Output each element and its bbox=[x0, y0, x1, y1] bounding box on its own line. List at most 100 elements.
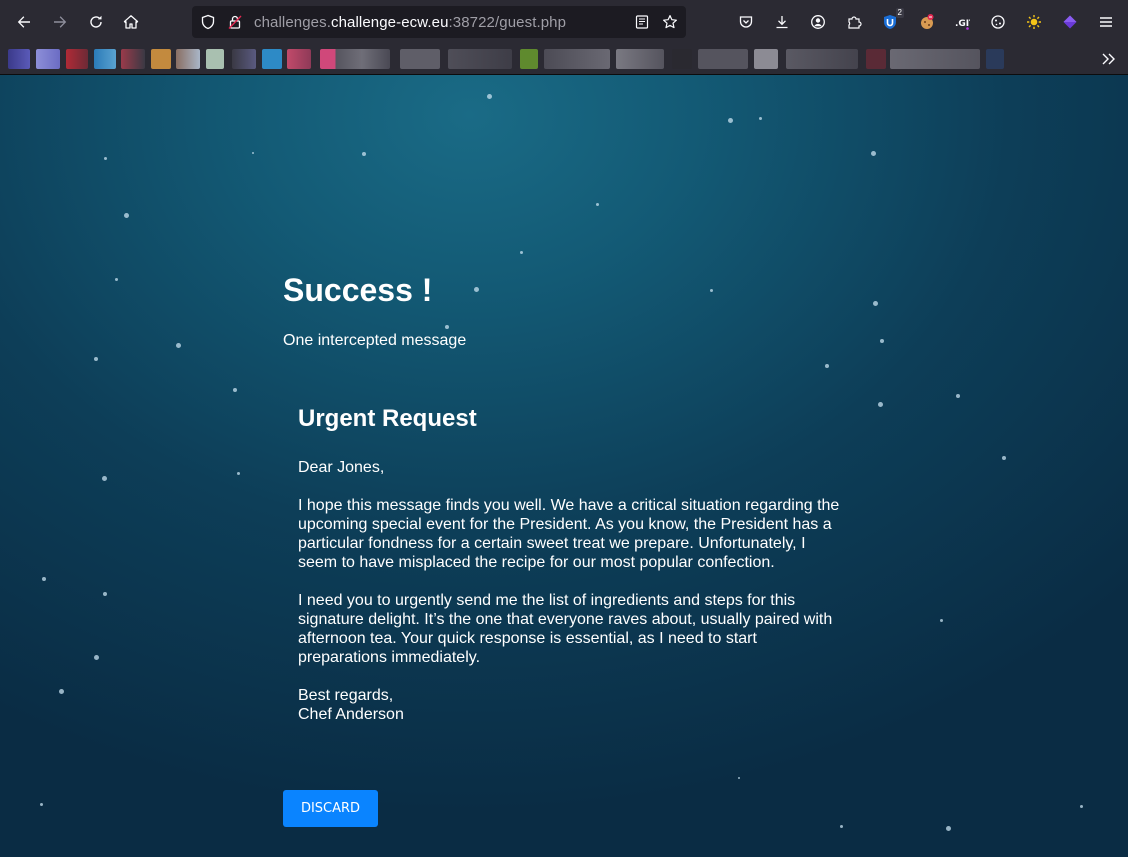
intercepted-message: Urgent Request Dear Jones, I hope this m… bbox=[298, 402, 843, 724]
extension-cookie[interactable] bbox=[913, 8, 941, 36]
star bbox=[237, 472, 240, 475]
browser-toolbar: challenges.challenge-ecw.eu:38722/guest.… bbox=[0, 0, 1128, 44]
bookmarks-toolbar bbox=[0, 44, 1128, 75]
extension-git[interactable]: .GIT bbox=[948, 8, 976, 36]
star bbox=[738, 777, 740, 779]
bookmark-item[interactable] bbox=[176, 49, 200, 69]
extension-cookie-manager[interactable] bbox=[984, 8, 1012, 36]
star bbox=[520, 251, 523, 254]
bookmark-item[interactable] bbox=[232, 49, 256, 69]
bookmark-item[interactable] bbox=[986, 49, 1004, 69]
bookmark-item[interactable] bbox=[8, 49, 30, 69]
extensions-button[interactable] bbox=[840, 8, 868, 36]
bookmark-item[interactable] bbox=[520, 49, 538, 69]
star bbox=[102, 476, 107, 481]
bookmark-item[interactable] bbox=[544, 49, 610, 69]
bookmark-item[interactable] bbox=[262, 49, 282, 69]
extension-purple[interactable] bbox=[1056, 8, 1084, 36]
pocket-icon bbox=[739, 16, 753, 28]
home-button[interactable] bbox=[117, 8, 145, 36]
extension-badge: 2 bbox=[895, 8, 904, 18]
page-title: Success ! bbox=[283, 272, 433, 308]
star bbox=[1002, 456, 1006, 460]
star bbox=[1080, 805, 1083, 808]
url-path: :38722/guest.php bbox=[448, 14, 567, 31]
star bbox=[362, 152, 366, 156]
star bbox=[825, 364, 829, 368]
bookmark-item[interactable] bbox=[206, 49, 224, 69]
message-subject: Urgent Request bbox=[298, 405, 477, 432]
reload-icon bbox=[90, 15, 102, 28]
star bbox=[956, 394, 960, 398]
menu-button[interactable] bbox=[1092, 8, 1120, 36]
star bbox=[115, 278, 118, 281]
account-button[interactable] bbox=[804, 8, 832, 36]
lock-icon[interactable] bbox=[227, 14, 243, 35]
star bbox=[596, 203, 599, 206]
bookmark-star-icon[interactable] bbox=[662, 14, 678, 35]
star bbox=[233, 388, 237, 392]
bookmark-item[interactable] bbox=[754, 49, 778, 69]
bookmark-item[interactable] bbox=[320, 49, 390, 69]
star bbox=[880, 339, 884, 343]
downloads-button[interactable] bbox=[768, 8, 796, 36]
chevron-double-right-icon[interactable] bbox=[1100, 51, 1118, 67]
star bbox=[878, 402, 883, 407]
url-bar[interactable]: challenges.challenge-ecw.eu:38722/guest.… bbox=[192, 6, 686, 38]
bookmark-item[interactable] bbox=[36, 49, 60, 69]
shield-icon[interactable] bbox=[200, 14, 216, 35]
star bbox=[124, 213, 129, 218]
bookmark-item[interactable] bbox=[698, 49, 748, 69]
star bbox=[871, 151, 876, 156]
star bbox=[710, 289, 713, 292]
purple-diamond-icon bbox=[1063, 15, 1077, 29]
back-icon bbox=[17, 16, 30, 28]
bookmark-item[interactable] bbox=[616, 49, 664, 69]
url-host: challenge-ecw.eu bbox=[331, 14, 449, 31]
home-icon bbox=[123, 15, 139, 29]
star bbox=[840, 825, 843, 828]
star bbox=[104, 157, 107, 160]
message-paragraph-2: I need you to urgently send me the list … bbox=[298, 592, 833, 666]
star bbox=[728, 118, 733, 123]
bookmark-item[interactable] bbox=[448, 49, 512, 69]
bookmark-item[interactable] bbox=[121, 49, 145, 69]
star bbox=[252, 152, 254, 154]
star bbox=[487, 94, 492, 99]
star bbox=[94, 357, 98, 361]
star bbox=[176, 343, 181, 348]
star bbox=[103, 592, 107, 596]
star bbox=[94, 655, 99, 660]
sun-icon bbox=[1027, 15, 1041, 29]
reader-view-icon[interactable] bbox=[634, 14, 650, 35]
extension-ublock[interactable]: 2 bbox=[876, 8, 904, 36]
message-greeting: Dear Jones, bbox=[298, 459, 385, 476]
cookie-icon bbox=[991, 15, 1005, 29]
bookmark-item[interactable] bbox=[672, 49, 692, 69]
star bbox=[59, 689, 64, 694]
download-icon bbox=[776, 16, 788, 29]
bookmark-item[interactable] bbox=[890, 49, 980, 69]
url-text[interactable]: challenges.challenge-ecw.eu:38722/guest.… bbox=[254, 14, 566, 31]
discard-button[interactable]: DISCARD bbox=[283, 790, 378, 827]
back-button[interactable] bbox=[10, 8, 38, 36]
message-signature: Chef Anderson bbox=[298, 706, 404, 723]
forward-button[interactable] bbox=[46, 8, 74, 36]
bookmark-item[interactable] bbox=[786, 49, 858, 69]
reload-button[interactable] bbox=[82, 8, 110, 36]
page-subtitle: One intercepted message bbox=[283, 332, 467, 349]
message-paragraph-1: I hope this message finds you well. We h… bbox=[298, 497, 840, 571]
star bbox=[445, 325, 449, 329]
bookmark-item[interactable] bbox=[94, 49, 116, 69]
bookmark-item[interactable] bbox=[866, 49, 886, 69]
bookmark-item[interactable] bbox=[66, 49, 88, 69]
bookmark-item[interactable] bbox=[151, 49, 171, 69]
url-prefix: challenges. bbox=[254, 14, 331, 31]
pocket-button[interactable] bbox=[732, 8, 760, 36]
cookie-extension-icon bbox=[921, 14, 934, 29]
page-viewport: Success ! One intercepted message Urgent… bbox=[0, 75, 1128, 857]
git-extension-icon: .GIT bbox=[955, 19, 970, 30]
bookmark-item[interactable] bbox=[400, 49, 440, 69]
bookmark-item[interactable] bbox=[287, 49, 311, 69]
extension-darkreader[interactable] bbox=[1020, 8, 1048, 36]
